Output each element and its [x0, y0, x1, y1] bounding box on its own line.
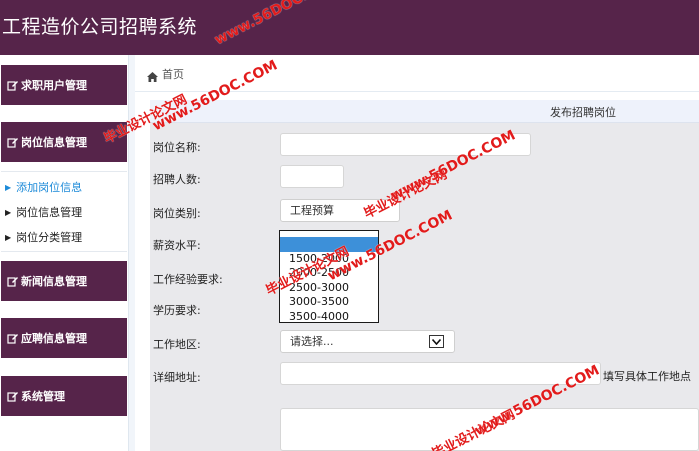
dropdown-option[interactable]: 3000-3500: [280, 295, 378, 310]
caret-right-icon: ▶: [5, 182, 12, 192]
category-label: 岗位类别:: [153, 207, 201, 220]
form-title-bar: 发布招聘岗位: [150, 100, 699, 123]
edit-icon: [7, 136, 19, 148]
headcount-input[interactable]: [280, 165, 344, 188]
edit-icon: [7, 332, 19, 344]
edit-icon: [7, 390, 19, 402]
position-name-label: 岗位名称:: [153, 141, 201, 154]
category-selected-value: 工程预算: [290, 204, 334, 217]
experience-label: 工作经验要求:: [153, 273, 223, 286]
region-label: 工作地区:: [153, 338, 201, 351]
menu-label: 求职用户管理: [21, 79, 87, 92]
submenu-label: 岗位信息管理: [16, 206, 83, 219]
caret-right-icon: ▶: [5, 232, 12, 242]
edit-icon: [7, 275, 19, 287]
menu-label: 应聘信息管理: [21, 332, 87, 345]
submenu-label: 添加岗位信息: [16, 181, 83, 194]
menu-label: 新闻信息管理: [21, 275, 87, 288]
submenu-label: 岗位分类管理: [16, 231, 83, 244]
salary-label: 薪资水平:: [153, 239, 201, 252]
chevron-down-icon[interactable]: [429, 335, 444, 348]
breadcrumb-home-link[interactable]: 首页: [162, 66, 184, 82]
address-hint: 填写具体工作地点: [603, 370, 691, 383]
app-header: 工程造价公司招聘系统: [0, 0, 699, 55]
address-input[interactable]: [280, 362, 601, 385]
submenu-position-management[interactable]: ▶ 岗位信息管理: [5, 204, 82, 220]
home-icon[interactable]: [147, 67, 158, 86]
submenu-divider: [1, 251, 127, 252]
menu-system-management[interactable]: 系统管理: [1, 376, 127, 416]
submenu-divider: [1, 171, 127, 172]
form-title: 发布招聘岗位: [550, 106, 616, 119]
menu-application-management[interactable]: 应聘信息管理: [1, 318, 127, 358]
region-selected-value: 请选择...: [290, 335, 334, 348]
headcount-label: 招聘人数:: [153, 173, 201, 186]
dropdown-option[interactable]: 3500-4000: [280, 310, 378, 323]
menu-label: 岗位信息管理: [21, 136, 87, 149]
app-title: 工程造价公司招聘系统: [2, 16, 198, 38]
app-window: 工程造价公司招聘系统 求职用户管理 岗位信息管理 ▶ 添加岗位信息 ▶ 岗位信息…: [0, 0, 699, 451]
menu-label: 系统管理: [21, 390, 65, 403]
address-label: 详细地址:: [153, 371, 201, 384]
menu-job-seeker-management[interactable]: 求职用户管理: [1, 65, 127, 105]
edit-icon: [7, 79, 19, 91]
education-label: 学历要求:: [153, 304, 201, 317]
submenu-category-management[interactable]: ▶ 岗位分类管理: [5, 229, 82, 245]
menu-news-management[interactable]: 新闻信息管理: [1, 261, 127, 301]
caret-right-icon: ▶: [5, 207, 12, 217]
submenu-add-position[interactable]: ▶ 添加岗位信息: [5, 179, 82, 195]
